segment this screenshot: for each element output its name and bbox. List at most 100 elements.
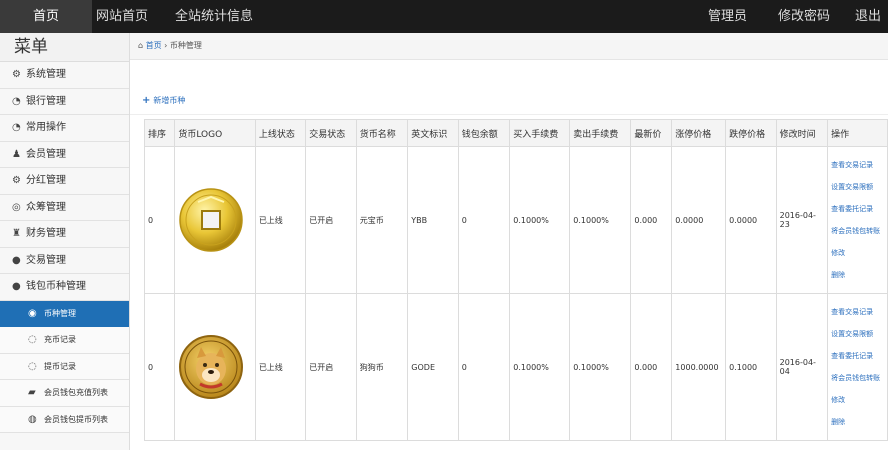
cell-sell_fee: 0.1000% — [569, 146, 632, 294]
cell-latest: 0.000 — [630, 293, 673, 441]
circle-arrow-icon: ◔ — [12, 122, 21, 133]
table-row: 0 已上线 已开启 元宝币 YBB 0 0.1000% 0.1000% 0.000 0.0000 0… — [143, 146, 888, 294]
settings-icon: ⚙ — [12, 175, 21, 186]
column-header: 修改时间 — [775, 119, 829, 147]
circle-icon: ◍ — [28, 413, 37, 425]
action-link[interactable]: 查看委托记录 — [831, 198, 884, 220]
breadcrumb: ⌂ 首页 › 币种管理 — [130, 33, 888, 60]
sidebar: 菜单 ⚙ 系统管理 ◔ 银行管理 ◔ 常用操作 ♟ 会员管理 ⚙ 分红管理 ◎ 众筹管理 ♜ 财务管理 ● 交… — [0, 33, 130, 450]
action-link[interactable]: 删除 — [831, 411, 884, 433]
nav-site-stats[interactable]: 全站统计信息 — [168, 0, 260, 33]
cell-balance: 0 — [457, 293, 511, 441]
circle-icon: ◌ — [28, 360, 37, 372]
action-link[interactable]: 查看委托记录 — [831, 345, 884, 367]
column-header: 买入手续费 — [509, 119, 571, 147]
cell-symbol: GODE — [407, 293, 459, 441]
menu-title: 菜单 — [0, 33, 129, 62]
sidebar-subitem-1[interactable]: ◌ 充币记录 — [0, 327, 129, 354]
home-icon: ⌂ — [138, 41, 144, 50]
cell-balance: 0 — [457, 146, 511, 294]
user-icon: ♟ — [12, 148, 21, 160]
exchange-icon: ● — [12, 254, 21, 266]
cell-buy_fee: 0.1000% — [509, 293, 571, 441]
main-content: ⌂ 首页 › 币种管理 + 新增币种 排序 货币LOGO 上线状态 交易状态 货币名称 英文… — [130, 33, 888, 450]
table-row: 0 已上线 已开启 狗狗币 GODE 0 0.1000% 0.1000% 0.000 1000.0… — [143, 293, 888, 441]
action-link[interactable]: 将会员钱包转账 — [831, 220, 884, 242]
cell-name: 狗狗币 — [355, 293, 409, 441]
action-link[interactable]: 设置交易限额 — [831, 323, 884, 345]
cell-up: 0.0000 — [671, 146, 727, 294]
column-header: 涨停价格 — [671, 119, 727, 147]
column-header: 货币LOGO — [174, 119, 256, 147]
action-link[interactable]: 删除 — [831, 264, 884, 286]
nav-change-password[interactable]: 修改密码 — [770, 0, 838, 33]
action-link[interactable]: 修改 — [831, 242, 884, 264]
cell-online: 已上线 — [254, 293, 307, 441]
sidebar-subitem-4[interactable]: ◍ 会员钱包提币列表 — [0, 406, 129, 433]
wallet-icon: ● — [12, 281, 21, 292]
column-header: 交易状态 — [305, 119, 357, 147]
sidebar-item-0[interactable]: ⚙ 系统管理 — [0, 62, 129, 89]
nav-website-home[interactable]: 网站首页 — [92, 0, 152, 33]
cell-sort: 0 — [143, 146, 176, 294]
sidebar-item-1[interactable]: ◔ 银行管理 — [0, 89, 129, 115]
cell-sort: 0 — [143, 293, 176, 441]
column-header: 操作 — [827, 119, 888, 147]
cell-down: 0.0000 — [725, 146, 777, 294]
cell-symbol: YBB — [407, 146, 459, 294]
nav-home[interactable]: 首页 — [0, 0, 92, 33]
column-header: 钱包余额 — [457, 119, 511, 147]
plus-icon: + — [142, 95, 151, 106]
action-link[interactable]: 将会员钱包转账 — [831, 367, 884, 389]
cell-buy_fee: 0.1000% — [509, 146, 571, 294]
cell-trade: 已开启 — [305, 293, 357, 441]
column-header: 货币名称 — [355, 119, 409, 147]
sidebar-item-7[interactable]: ● 交易管理 — [0, 248, 129, 274]
nav-admin[interactable]: 管理员 — [700, 0, 755, 33]
column-header: 跌停价格 — [725, 119, 777, 147]
sidebar-subitem-2[interactable]: ◌ 提币记录 — [0, 353, 129, 380]
cell-sell_fee: 0.1000% — [569, 293, 632, 441]
coin-gold-logo — [178, 187, 251, 253]
column-header: 排序 — [143, 119, 176, 147]
sidebar-item-2[interactable]: ◔ 常用操作 — [0, 115, 129, 142]
add-currency-button[interactable]: + 新增币种 — [142, 95, 185, 106]
cell-down: 0.1000 — [725, 293, 777, 441]
crowd-icon: ◎ — [12, 201, 21, 213]
top-navbar: 首页 网站首页 全站统计信息 管理员 修改密码 退出 — [0, 0, 888, 33]
bag-icon: ♜ — [12, 228, 21, 239]
action-link[interactable]: 修改 — [831, 389, 884, 411]
logo-cell — [174, 146, 256, 294]
circle-arrow-icon: ◔ — [12, 95, 21, 107]
cell-trade: 已开启 — [305, 146, 357, 294]
sidebar-item-8[interactable]: ● 钱包币种管理 — [0, 274, 129, 301]
cell-time: 2016-04-04 — [775, 293, 829, 441]
coin-icon: ◉ — [28, 307, 37, 319]
breadcrumb-current: 币种管理 — [169, 41, 202, 50]
column-header: 英文标识 — [407, 119, 459, 147]
logo-cell — [174, 293, 256, 441]
sidebar-subitem-0[interactable]: ◉ 币种管理 — [0, 300, 129, 327]
action-link[interactable]: 查看交易记录 — [831, 154, 884, 176]
column-header: 卖出手续费 — [569, 119, 632, 147]
sidebar-item-5[interactable]: ◎ 众筹管理 — [0, 195, 129, 221]
circle-icon: ◌ — [28, 334, 37, 345]
wallet-icon: ▰ — [28, 387, 36, 398]
sidebar-item-3[interactable]: ♟ 会员管理 — [0, 142, 129, 168]
sidebar-subitem-3[interactable]: ▰ 会员钱包充值列表 — [0, 380, 129, 407]
currency-table: 排序 货币LOGO 上线状态 交易状态 货币名称 英文标识 钱包余额 买入手续费 卖出手续费 最新… — [143, 119, 888, 441]
action-link[interactable]: 设置交易限额 — [831, 176, 884, 198]
cell-name: 元宝币 — [355, 146, 409, 294]
breadcrumb-separator: › — [164, 41, 168, 50]
nav-logout[interactable]: 退出 — [848, 0, 888, 33]
sidebar-item-6[interactable]: ♜ 财务管理 — [0, 221, 129, 248]
breadcrumb-home[interactable]: 首页 — [146, 41, 162, 50]
action-link[interactable]: 查看交易记录 — [831, 301, 884, 323]
cell-up: 1000.0000 — [671, 293, 727, 441]
column-header: 最新价 — [630, 119, 673, 147]
sidebar-item-4[interactable]: ⚙ 分红管理 — [0, 168, 129, 195]
actions-cell: 查看交易记录 设置交易限额 查看委托记录 将会员钱包转账 修改 删除 — [827, 293, 888, 441]
coin-doge-logo — [178, 334, 251, 400]
gear-icon: ⚙ — [12, 69, 21, 80]
actions-cell: 查看交易记录 设置交易限额 查看委托记录 将会员钱包转账 修改 删除 — [827, 146, 888, 294]
